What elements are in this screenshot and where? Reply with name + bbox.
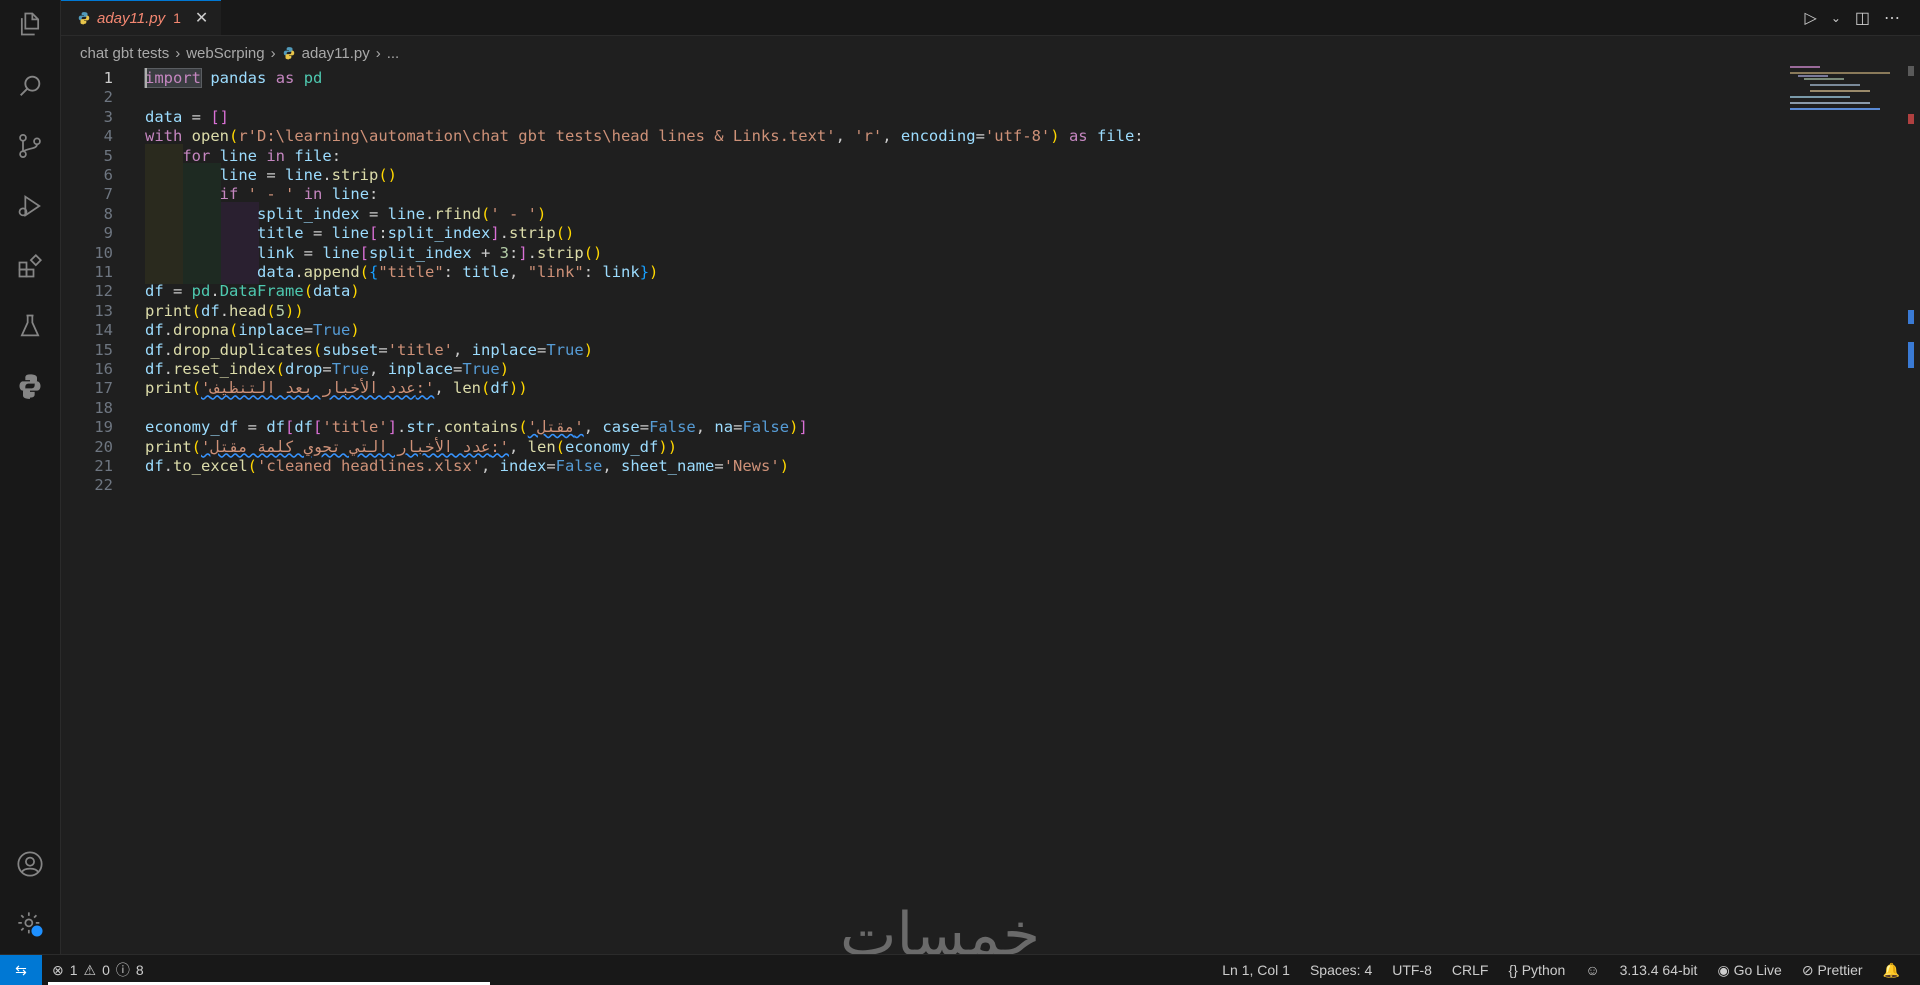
tab-aday11[interactable]: aday11.py 1 ✕ [61,0,221,35]
file-encoding[interactable]: UTF-8 [1392,962,1432,978]
search-icon[interactable] [0,62,60,110]
chevron-right-icon: › [375,44,381,62]
language-label: Python [1521,962,1566,978]
account-icon[interactable] [0,840,60,888]
breadcrumb-item[interactable]: webScrping [186,45,264,62]
activity-bar [0,0,61,955]
editor-actions: ▷ ⌄ ◫ ⋯ [1805,0,1901,35]
explorer-icon[interactable] [0,0,60,48]
status-bar: ⇆ ⊗ 1 ⚠ 0 ⓘ 8 Ln 1, Col 1 Spaces: 4 UTF-… [0,954,1920,985]
testing-icon[interactable] [0,302,60,350]
tab-problem-count: 1 [173,10,181,26]
python-file-icon [78,12,90,25]
bell-icon[interactable]: 🔔 [1883,962,1900,979]
go-live-label: Go Live [1733,961,1782,978]
indentation[interactable]: Spaces: 4 [1310,962,1372,978]
run-dropdown-icon[interactable]: ⌄ [1831,11,1841,25]
source-control-icon[interactable] [0,122,60,170]
vertical-scrollbar[interactable] [1904,66,1914,766]
go-live-button[interactable]: ◉ Go Live [1717,962,1781,979]
more-actions-icon[interactable]: ⋯ [1884,8,1900,28]
line-number: 22 [94,476,113,495]
code-line[interactable]: 22 [61,473,1781,497]
broadcast-icon: ◉ [1717,961,1730,978]
chevron-right-icon: › [270,44,276,62]
minimap[interactable] [1790,66,1910,116]
split-editor-icon[interactable]: ◫ [1855,8,1870,28]
end-of-line[interactable]: CRLF [1452,962,1489,978]
run-icon[interactable]: ▷ [1805,8,1817,28]
copilot-icon[interactable]: ☺ [1585,962,1599,978]
breadcrumb: chat gbt tests › webScrping › aday11.py … [80,42,399,64]
breadcrumb-item[interactable]: chat gbt tests [80,45,169,62]
status-right: Ln 1, Col 1 Spaces: 4 UTF-8 CRLF {} Pyth… [1222,955,1900,985]
breadcrumb-item[interactable]: ... [387,45,400,62]
warning-count: 0 [102,962,110,978]
chevron-right-icon: › [175,44,181,62]
tab-filename: aday11.py [97,9,166,27]
python-interpreter[interactable]: 3.13.4 64-bit [1620,962,1698,978]
close-icon[interactable]: ✕ [195,8,208,28]
language-mode[interactable]: {} Python [1508,962,1565,978]
python-file-icon [283,47,294,60]
braces-icon: {} [1508,962,1518,978]
run-debug-icon[interactable] [0,182,60,230]
code-editor[interactable]: 1 import pandas as pd 2 3 data = [] 4 with ope… [61,66,1781,766]
no-entry-icon: ⊘ [1801,961,1814,978]
breadcrumb-item[interactable]: aday11.py [302,45,370,62]
problems-summary[interactable]: ⊗ 1 ⚠ 0 ⓘ 8 [52,960,144,980]
info-icon: ⓘ [115,962,130,978]
prettier-button[interactable]: ⊘ Prettier [1802,962,1863,979]
error-count: 1 [69,962,78,978]
cursor-position[interactable]: Ln 1, Col 1 [1222,962,1290,978]
remote-icon[interactable]: ⇆ [0,955,42,985]
settings-gear-icon[interactable] [0,900,60,948]
warning-icon: ⚠ [83,961,97,978]
prettier-label: Prettier [1817,961,1863,978]
error-icon: ⊗ [52,961,64,978]
editor-tab-bar: aday11.py 1 ✕ ▷ ⌄ ◫ ⋯ [61,0,1920,36]
info-count: 8 [135,962,144,978]
python-icon[interactable] [0,362,60,410]
extensions-icon[interactable] [0,242,60,290]
